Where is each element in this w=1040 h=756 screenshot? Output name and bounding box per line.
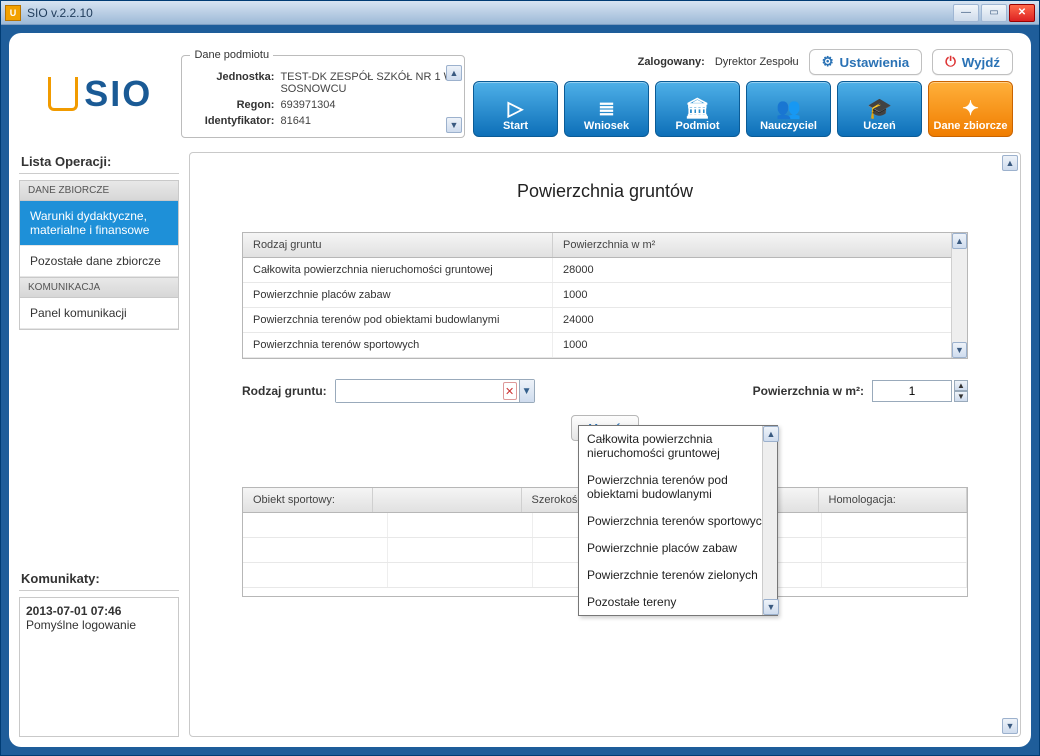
gear-icon: ⚙ <box>822 54 834 70</box>
main-card: SIO Dane podmiotu Jednostka:TEST-DK ZESP… <box>9 33 1031 747</box>
table-row[interactable]: Całkowita powierzchnia nieruchomości gru… <box>243 258 967 283</box>
ops-item[interactable]: Pozostałe dane zbiorcze <box>20 246 178 277</box>
scroll-up-button[interactable]: ▲ <box>446 65 462 81</box>
app-window: U SIO v.2.2.10 — ▭ ✕ SIO Dane podmiotu J… <box>0 0 1040 756</box>
entity-row: Regon:693971304 <box>190 99 456 111</box>
dropdown-option[interactable]: Powierzchnie placów zabaw <box>579 534 777 561</box>
nav-start[interactable]: ▷Start <box>473 81 558 137</box>
messages-panel: 2013-07-01 07:46 Pomyślne logowanie <box>19 597 179 737</box>
nav-uczeń[interactable]: 🎓Uczeń <box>837 81 922 137</box>
ops-item[interactable]: Panel komunikacji <box>20 298 178 329</box>
scroll-up-button[interactable]: ▲ <box>952 233 967 249</box>
entity-row: Jednostka:TEST-DK ZESPÓŁ SZKÓŁ NR 1 W SO… <box>190 71 456 95</box>
area-spinner[interactable]: ▲▼ <box>872 380 968 402</box>
scroll-down-button[interactable]: ▼ <box>952 342 967 358</box>
area-label: Powierzchnia w m²: <box>753 384 864 398</box>
message-text: Pomyślne logowanie <box>26 618 172 632</box>
ops-title: Lista Operacji: <box>21 154 177 169</box>
nav-nauczyciel[interactable]: 👥Nauczyciel <box>746 81 831 137</box>
nav-icon: ▷ <box>508 98 523 120</box>
column-header: Powierzchnia w m² <box>553 233 967 257</box>
messages-title: Komunikaty: <box>21 571 177 586</box>
logged-value: Dyrektor Zespołu <box>715 56 799 68</box>
client-area: SIO Dane podmiotu Jednostka:TEST-DK ZESP… <box>1 25 1039 755</box>
scroll-up-button[interactable]: ▲ <box>1002 155 1018 171</box>
area-input[interactable] <box>872 380 952 402</box>
scroll-down-button[interactable]: ▼ <box>763 599 779 615</box>
app-icon: U <box>5 5 21 21</box>
nav-icon: ≣ <box>598 98 615 120</box>
ops-group: DANE ZBIORCZE <box>20 181 178 201</box>
nav-row: ▷Start≣Wniosek🏛Podmiot👥Nauczyciel🎓Uczeń✦… <box>473 81 1013 137</box>
dropdown-option[interactable]: Całkowita powierzchnia nieruchomości gru… <box>579 426 777 466</box>
top-strip: Zalogowany: Dyrektor Zespołu ⚙Ustawienia… <box>473 49 1013 75</box>
scroll-down-button[interactable]: ▼ <box>446 117 462 133</box>
chevron-down-icon[interactable]: ▼ <box>519 380 534 402</box>
window-title: SIO v.2.2.10 <box>27 6 953 20</box>
dropdown-option[interactable]: Powierzchnia terenów pod obiektami budow… <box>579 466 777 507</box>
logo: SIO <box>27 49 173 138</box>
table-row[interactable]: Powierzchnie placów zabaw1000 <box>243 283 967 308</box>
logged-label: Zalogowany: <box>638 56 705 68</box>
header: SIO Dane podmiotu Jednostka:TEST-DK ZESP… <box>19 43 1021 144</box>
nav-dane-zbiorcze[interactable]: ✦Dane zbiorcze <box>928 81 1013 137</box>
entity-panel: Dane podmiotu Jednostka:TEST-DK ZESPÓŁ S… <box>181 49 465 138</box>
settings-button[interactable]: ⚙Ustawienia <box>809 49 923 75</box>
scroll-down-button[interactable]: ▼ <box>1002 718 1018 734</box>
nav-icon: 🏛 <box>685 98 710 120</box>
column-header: Rodzaj gruntu <box>243 233 553 257</box>
clear-icon[interactable]: ✕ <box>503 382 517 400</box>
table-row[interactable]: Powierzchnia terenów pod obiektami budow… <box>243 308 967 333</box>
entity-legend: Dane podmiotu <box>190 49 273 61</box>
form-row: Rodzaj gruntu: ✕ ▼ Powierzchnia w m²: ▲▼ <box>212 379 998 403</box>
ops-item[interactable]: Warunki dydaktyczne, materialne i finans… <box>20 201 178 246</box>
dropdown-option[interactable]: Powierzchnia terenów sportowych <box>579 507 777 534</box>
shield-icon <box>48 77 78 111</box>
column-header: Obiekt sportowy: <box>243 488 373 512</box>
logout-button[interactable]: ⏻Wyjdź <box>932 49 1013 75</box>
ops-group: KOMUNIKACJA <box>20 277 178 298</box>
main-panel: ▲▼ Powierzchnia gruntów Rodzaj gruntuPow… <box>189 152 1021 737</box>
type-input[interactable] <box>336 380 503 402</box>
type-combo[interactable]: ✕ ▼ <box>335 379 535 403</box>
nav-wniosek[interactable]: ≣Wniosek <box>564 81 649 137</box>
land-table: Rodzaj gruntuPowierzchnia w m² ▲ ▼ Całkow… <box>242 232 968 359</box>
dropdown-option[interactable]: Pozostałe tereny <box>579 588 777 615</box>
table-row[interactable]: Powierzchnia terenów sportowych1000 <box>243 333 967 358</box>
entity-row: Identyfikator:81641 <box>190 115 456 127</box>
spin-up-button[interactable]: ▲ <box>954 380 968 391</box>
ops-list: DANE ZBIORCZEWarunki dydaktyczne, materi… <box>19 180 179 330</box>
message-timestamp: 2013-07-01 07:46 <box>26 604 172 618</box>
nav-icon: 🎓 <box>867 98 892 120</box>
titlebar: U SIO v.2.2.10 — ▭ ✕ <box>1 1 1039 25</box>
column-header: Homologacja: <box>819 488 968 512</box>
column-header <box>373 488 522 512</box>
minimize-button[interactable]: — <box>953 4 979 22</box>
spin-down-button[interactable]: ▼ <box>954 391 968 402</box>
nav-podmiot[interactable]: 🏛Podmiot <box>655 81 740 137</box>
scroll-up-button[interactable]: ▲ <box>763 426 779 442</box>
maximize-button[interactable]: ▭ <box>981 4 1007 22</box>
power-icon: ⏻ <box>945 54 956 70</box>
close-button[interactable]: ✕ <box>1009 4 1035 22</box>
type-label: Rodzaj gruntu: <box>242 384 327 398</box>
nav-icon: 👥 <box>776 98 801 120</box>
nav-icon: ✦ <box>962 98 979 120</box>
type-dropdown-list: ▲ ▼ Całkowita powierzchnia nieruchomości … <box>578 425 778 616</box>
page-heading: Powierzchnia gruntów <box>212 181 998 202</box>
dropdown-option[interactable]: Powierzchnie terenów zielonych <box>579 561 777 588</box>
